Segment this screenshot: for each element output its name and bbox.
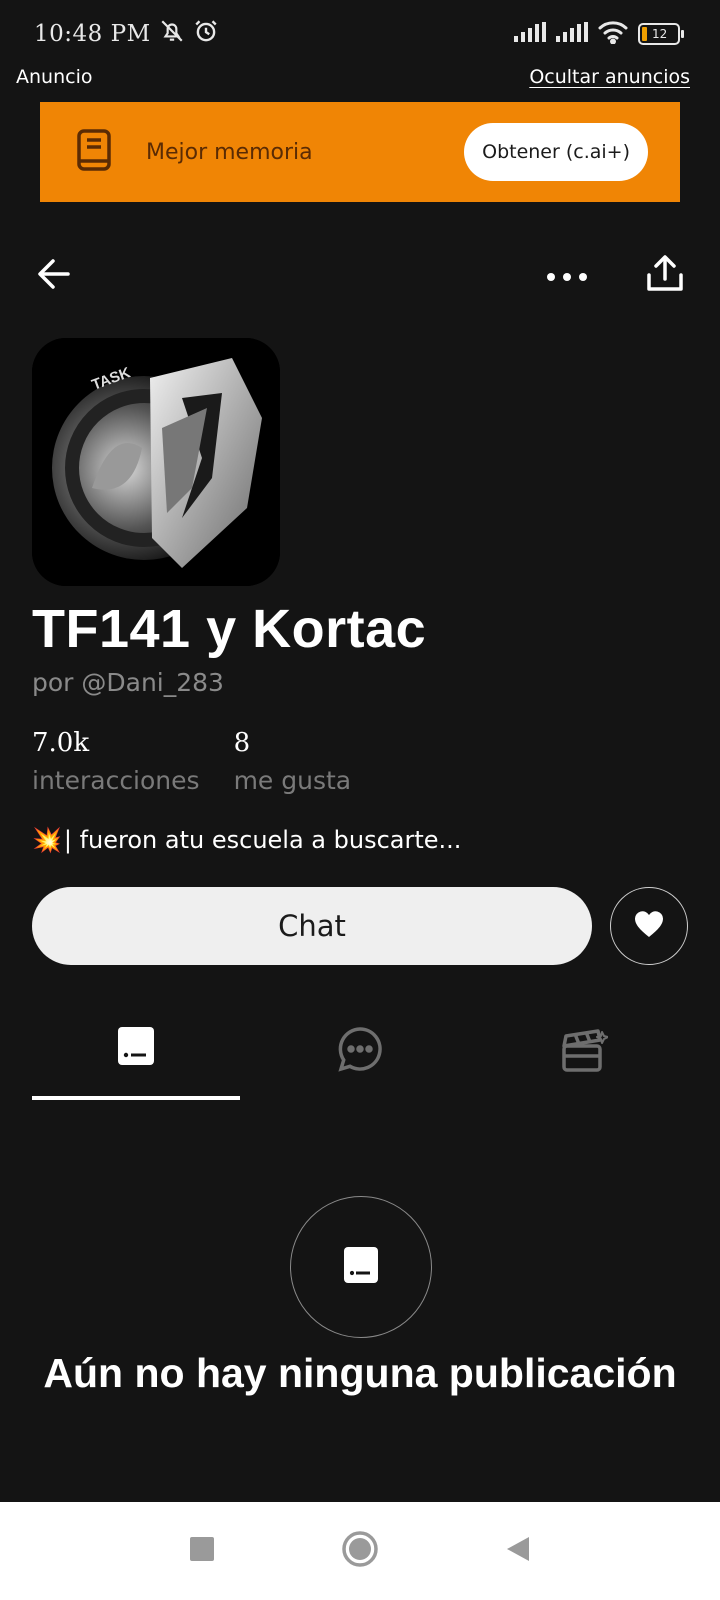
character-description-text: | fueron atu escuela a buscarte...: [63, 826, 462, 854]
character-author[interactable]: por @Dani_283: [32, 668, 224, 697]
mute-bell-icon: [159, 18, 185, 50]
hide-ads-link[interactable]: Ocultar anuncios: [529, 66, 690, 88]
empty-state-illustration: [290, 1196, 432, 1338]
top-nav: [36, 246, 684, 306]
battery-level: 12: [652, 27, 668, 41]
status-right: 12: [514, 20, 684, 48]
recents-square-icon[interactable]: [189, 1536, 215, 1566]
status-time: 10:48 PM: [34, 21, 151, 47]
back-arrow-icon[interactable]: [36, 256, 72, 296]
ad-banner-text: Mejor memoria: [146, 139, 313, 165]
character-name: TF141 y Kortac: [32, 599, 427, 659]
ad-label: Anuncio: [16, 66, 93, 88]
empty-state-message: Aún no hay ninguna publicación: [43, 1350, 677, 1396]
clapperboard-icon: [560, 1026, 609, 1078]
character-stats: 7.0k interacciones 8 me gusta: [32, 728, 351, 795]
signal-icon: [514, 22, 546, 46]
tab-scenes[interactable]: [480, 1012, 688, 1100]
more-options-icon[interactable]: [546, 267, 588, 286]
ad-banner[interactable]: Mejor memoria Obtener (c.ai+): [40, 102, 680, 202]
wifi-icon: [598, 20, 628, 48]
stat-interactions-label: interacciones: [32, 766, 200, 795]
battery-icon: 12: [638, 23, 684, 45]
top-nav-actions: [546, 255, 684, 297]
share-icon[interactable]: [646, 255, 684, 297]
get-cai-plus-button[interactable]: Obtener (c.ai+): [464, 123, 648, 181]
system-nav-bar: [0, 1502, 720, 1600]
stat-likes-value: 8: [233, 728, 251, 758]
stat-likes-label: me gusta: [233, 766, 352, 795]
active-tab-indicator: [32, 1096, 240, 1100]
back-triangle-icon[interactable]: [505, 1535, 531, 1567]
character-avatar: TASK: [32, 338, 280, 586]
post-icon-empty: [343, 1246, 379, 1288]
signal-icon-2: [556, 22, 588, 46]
explosion-emoji: 💥: [32, 826, 62, 854]
ad-row: Anuncio Ocultar anuncios: [16, 62, 690, 92]
book-icon: [76, 129, 112, 175]
status-left: 10:48 PM: [34, 18, 219, 50]
heart-icon: [634, 910, 664, 942]
status-bar: 10:48 PM 12: [0, 0, 720, 68]
post-icon: [117, 1026, 155, 1070]
alarm-icon: [193, 18, 219, 50]
chat-bubble-icon: [337, 1026, 383, 1076]
content-tabs: [32, 1012, 688, 1100]
stat-interactions-value: 7.0k: [32, 728, 90, 758]
stat-interactions: 7.0k interacciones: [32, 728, 200, 795]
chat-button[interactable]: Chat: [32, 887, 592, 965]
home-circle-icon[interactable]: [341, 1530, 379, 1572]
tab-chats[interactable]: [240, 1012, 480, 1100]
tab-posts[interactable]: [32, 1012, 240, 1100]
character-description: 💥 | fueron atu escuela a buscarte...: [32, 826, 461, 854]
like-button[interactable]: [610, 887, 688, 965]
stat-likes: 8 me gusta: [234, 728, 352, 795]
